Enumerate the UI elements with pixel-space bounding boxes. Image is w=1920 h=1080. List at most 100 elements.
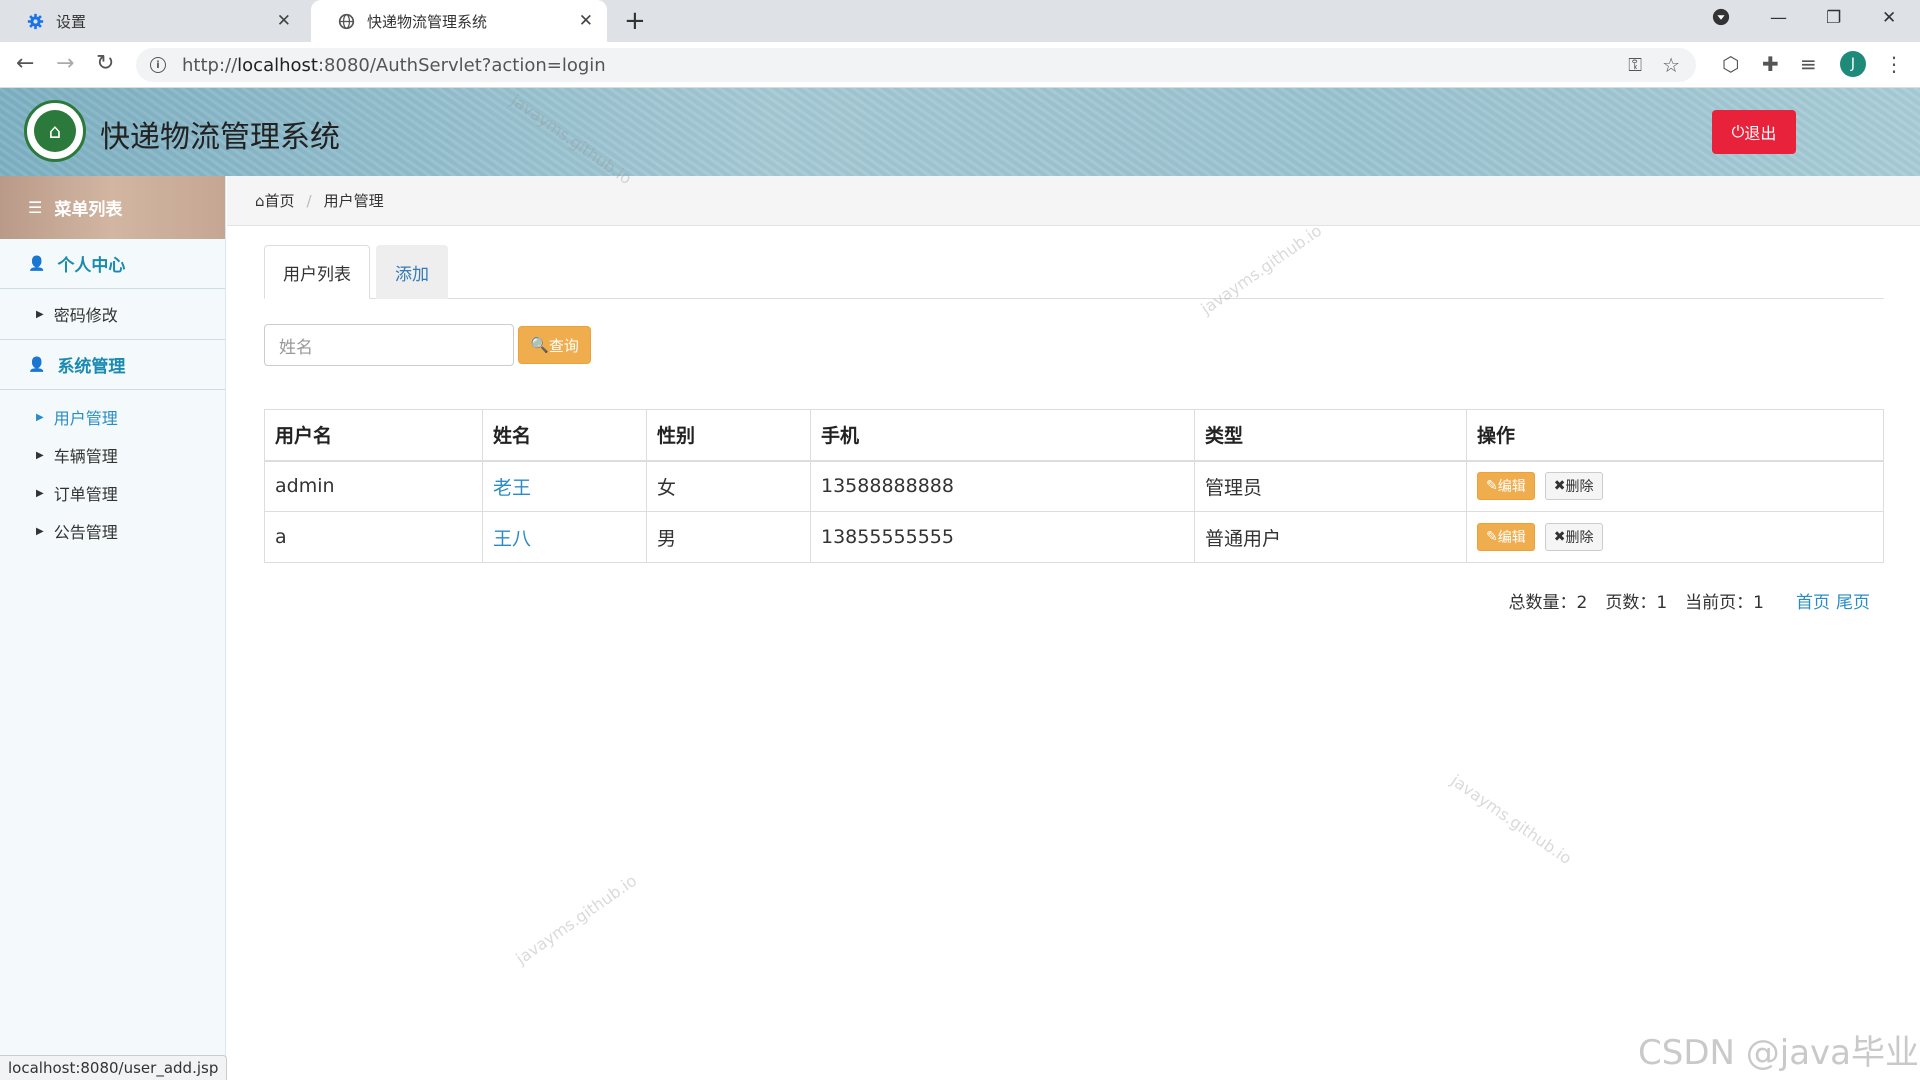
type-cell: 管理员: [1194, 460, 1467, 512]
tab-user-list[interactable]: 用户列表: [264, 245, 370, 299]
browser-tab-settings[interactable]: 设置 ✕: [0, 0, 305, 42]
breadcrumb-home[interactable]: 首页: [265, 190, 295, 211]
phone-cell: 13855555555: [810, 511, 1195, 563]
app-title: 快递物流管理系统: [100, 120, 340, 155]
reading-list-icon[interactable]: ≡: [1800, 52, 1817, 76]
key-icon[interactable]: ⚿: [1628, 55, 1642, 76]
browser-tabbar: 设置 ✕ 快递物流管理系统 ✕ + — ❐ ✕: [0, 0, 1920, 42]
name-search-input[interactable]: 姓名: [264, 324, 514, 366]
delete-button[interactable]: ✖ 删除: [1544, 523, 1603, 551]
user-icon: 👤: [28, 356, 46, 373]
table-row: a 王八 男 13855555555 普通用户 ✎ 编辑 ✖ 删除: [264, 511, 1884, 563]
column-header: 手机: [810, 409, 1195, 462]
phone-cell: 13588888888: [810, 460, 1195, 512]
page-count: 页数：1: [1605, 593, 1668, 613]
puzzle-icon[interactable]: ✚: [1762, 52, 1779, 76]
url-text: http://localhost:8080/AuthServlet?action…: [182, 54, 606, 76]
name-cell: 王八: [482, 511, 647, 563]
back-icon[interactable]: ←: [16, 51, 34, 76]
profile-menu-icon[interactable]: [1712, 8, 1730, 31]
type-cell: 普通用户: [1194, 511, 1467, 563]
table-header-row: 用户名 姓名 性别 手机 类型 操作: [264, 409, 1884, 462]
sidebar-group-personal[interactable]: 👤 个人中心: [0, 239, 225, 289]
username-cell: admin: [264, 460, 483, 512]
sidebar-item-notice-management[interactable]: ▶ 公告管理: [0, 512, 225, 550]
table-row: admin 老王 女 13588888888 管理员 ✎ 编辑 ✖ 删除: [264, 460, 1884, 512]
app-header: ⌂ 快递物流管理系统 ⏻ 退出: [0, 88, 1920, 176]
more-menu-icon[interactable]: ⋮: [1884, 52, 1904, 76]
delete-button[interactable]: ✖ 删除: [1544, 472, 1603, 501]
reload-icon[interactable]: ↻: [96, 51, 114, 76]
avatar[interactable]: J: [1840, 51, 1866, 77]
gender-cell: 男: [646, 511, 811, 563]
search-icon: 🔍: [530, 336, 549, 354]
browser-tab-app[interactable]: 快递物流管理系统 ✕: [311, 0, 607, 42]
column-header: 类型: [1194, 409, 1467, 462]
sidebar-item-user-management[interactable]: ▶ 用户管理: [0, 398, 225, 436]
caret-right-icon: ▶: [36, 525, 44, 537]
column-header: 操作: [1466, 409, 1884, 462]
breadcrumb: ⌂ 首页 / 用户管理: [227, 176, 1920, 226]
browser-status-url: localhost:8080/user_add.jsp: [0, 1055, 228, 1080]
globe-icon: [337, 12, 355, 30]
edit-button[interactable]: ✎ 编辑: [1477, 523, 1535, 551]
restore-icon[interactable]: ❐: [1826, 8, 1841, 28]
pagination: 总数量：2 页数：1 当前页：1 首页 尾页: [1509, 588, 1870, 613]
gear-icon: [26, 12, 44, 30]
minimize-icon[interactable]: —: [1770, 8, 1787, 28]
name-link[interactable]: 老王: [493, 477, 531, 499]
pencil-icon: ✎: [1486, 529, 1498, 545]
sidebar-item-order-management[interactable]: ▶ 订单管理: [0, 474, 225, 512]
watermark: javayms.github.io: [1447, 770, 1576, 869]
site-info-icon[interactable]: i: [150, 57, 166, 73]
bookmark-star-icon[interactable]: ☆: [1662, 53, 1680, 77]
list-icon: ☰: [28, 198, 43, 217]
close-icon[interactable]: ✕: [579, 11, 593, 31]
extension-icon[interactable]: ⬡: [1722, 52, 1739, 76]
watermark: javayms.github.io: [512, 870, 641, 969]
browser-tab-title: 设置: [56, 12, 87, 31]
logo-icon: ⌂: [24, 100, 86, 162]
breadcrumb-current: 用户管理: [323, 192, 384, 210]
name-cell: 老王: [482, 460, 647, 512]
name-link[interactable]: 王八: [493, 528, 531, 550]
address-bar[interactable]: i http://localhost:8080/AuthServlet?acti…: [136, 48, 1696, 82]
column-header: 用户名: [264, 409, 483, 462]
edit-button[interactable]: ✎ 编辑: [1477, 472, 1535, 501]
total-count: 总数量：2: [1508, 593, 1588, 613]
window-close-icon[interactable]: ✕: [1882, 8, 1896, 28]
sidebar-item-vehicle-management[interactable]: ▶ 车辆管理: [0, 436, 225, 474]
caret-right-icon: ▶: [36, 449, 44, 461]
breadcrumb-separator: /: [306, 191, 312, 210]
caret-right-icon: ▶: [36, 487, 44, 499]
actions-cell: ✎ 编辑 ✖ 删除: [1466, 460, 1884, 512]
power-icon: ⏻: [1731, 122, 1745, 141]
username-cell: a: [264, 511, 483, 563]
current-page: 当前页：1: [1685, 593, 1764, 613]
logout-button[interactable]: ⏻ 退出: [1712, 110, 1796, 154]
sidebar-group-system[interactable]: 👤 系统管理: [0, 340, 225, 390]
x-icon: ✖: [1553, 529, 1566, 545]
x-icon: ✖: [1553, 478, 1566, 495]
caret-right-icon: ▶: [36, 411, 44, 423]
last-page-link[interactable]: 尾页: [1836, 588, 1870, 613]
close-icon[interactable]: ✕: [277, 11, 291, 31]
column-header: 性别: [646, 409, 811, 462]
sidebar: ☰ 菜单列表 👤 个人中心 ▶ 密码修改 👤 系统管理 ▶ 用户管理 ▶ 车辆管…: [0, 176, 226, 1080]
new-tab-icon[interactable]: +: [624, 6, 646, 36]
actions-cell: ✎ 编辑 ✖ 删除: [1466, 511, 1884, 563]
page-tabs: 用户列表 添加: [264, 245, 1884, 299]
search-button[interactable]: 🔍 查询: [518, 326, 591, 364]
browser-toolbar: ← → ↻ i http://localhost:8080/AuthServle…: [0, 42, 1920, 88]
sidebar-header: ☰ 菜单列表: [0, 176, 225, 239]
first-page-link[interactable]: 首页: [1796, 588, 1830, 613]
column-header: 姓名: [482, 409, 647, 462]
caret-right-icon: ▶: [36, 308, 44, 320]
user-table: 用户名 姓名 性别 手机 类型 操作 admin 老王 女 1358888888…: [264, 409, 1884, 563]
csdn-watermark: CSDN @java毕业: [1638, 1033, 1919, 1073]
tab-add[interactable]: 添加: [376, 245, 448, 299]
home-icon: ⌂: [255, 191, 265, 210]
sidebar-item-password[interactable]: ▶ 密码修改: [0, 295, 225, 333]
forward-icon[interactable]: →: [56, 51, 74, 76]
gender-cell: 女: [646, 460, 811, 512]
